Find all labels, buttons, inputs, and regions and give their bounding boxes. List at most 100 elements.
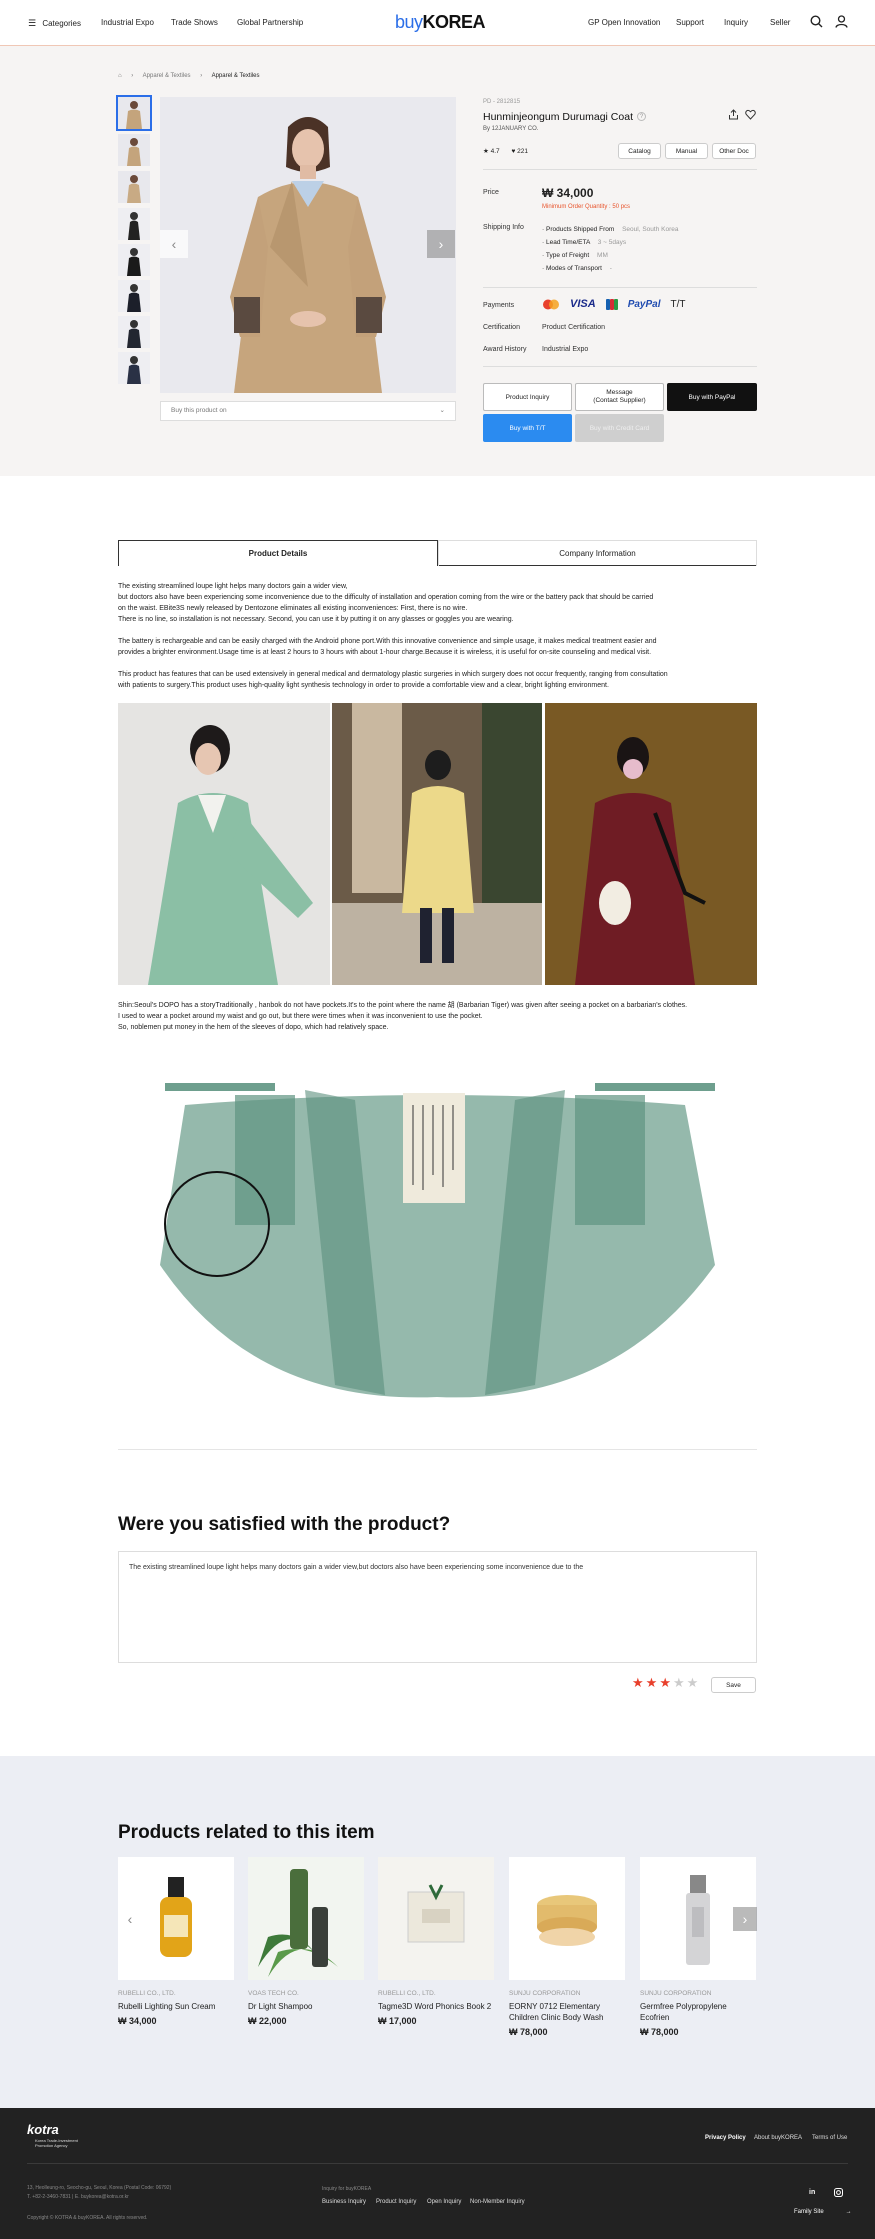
product-image <box>378 1857 494 1980</box>
rating-summary: ★ 4.7 ♥ 221 <box>483 148 529 155</box>
site-header: ☰ Categories Industrial Expo Trade Shows… <box>0 0 875 46</box>
thumbnail-4[interactable] <box>118 208 150 240</box>
buy-with-credit-card-button: Buy with Credit Card <box>575 414 664 442</box>
share-icon[interactable] <box>728 109 739 122</box>
nav-inquiry[interactable]: Inquiry <box>724 18 748 27</box>
family-site-select[interactable]: Family Site → <box>794 2209 852 2215</box>
categories-menu[interactable]: ☰ Categories <box>28 18 81 29</box>
buy-with-tt-button[interactable]: Buy with T/T <box>483 414 572 442</box>
moq-text: Minimum Order Quantity : 50 pcs <box>542 204 631 210</box>
nav-industrial-expo[interactable]: Industrial Expo <box>101 18 154 27</box>
payments-label: Payments <box>483 302 515 309</box>
thumbnail-8[interactable] <box>118 352 150 384</box>
product-card[interactable]: SUNJU CORPORATION Germfree Polypropylene… <box>640 1857 756 2037</box>
buy-channel-select[interactable]: Buy this product on ⌄ <box>160 401 456 421</box>
product-card[interactable]: SUNJU CORPORATION EORNY 0712 Elementary … <box>509 1857 625 2037</box>
detail-photo-green-coat <box>118 703 330 985</box>
nav-trade-shows[interactable]: Trade Shows <box>171 18 218 27</box>
garment-illustration <box>155 1075 720 1405</box>
product-card[interactable]: RUBELLI CO., LTD. Rubelli Lighting Sun C… <box>118 1857 234 2026</box>
description-paragraph: This product has features that can be us… <box>118 671 668 689</box>
breadcrumb: ⌂ › Apparel & Textiles › Apparel & Texti… <box>118 73 260 79</box>
chevron-left-icon: ‹ <box>127 1911 133 1927</box>
about-buykorea-link[interactable]: About buyKOREA <box>754 2135 802 2141</box>
detail-photo-red-coat <box>545 703 757 985</box>
payment-methods: VISA PayPal T/T <box>542 298 686 310</box>
seller-name[interactable]: By 12JANUARY CO. <box>483 126 538 132</box>
help-icon[interactable]: ? <box>637 112 646 121</box>
related-prev-button[interactable]: ‹ <box>118 1907 142 1931</box>
linkedin-icon[interactable]: in <box>809 2189 815 2196</box>
open-inquiry-link[interactable]: Open Inquiry <box>427 2199 461 2205</box>
jcb-icon <box>605 298 618 310</box>
detail-photo-yellow-coat <box>332 703 542 985</box>
star-rating[interactable]: ★ ★ ★ ★ ★ <box>632 1675 698 1691</box>
arrow-right-icon: → <box>845 2209 852 2215</box>
shipping-label: Shipping Info <box>483 224 524 231</box>
user-icon[interactable] <box>835 15 848 30</box>
paypal-logo: PayPal <box>627 298 661 310</box>
search-icon[interactable] <box>810 15 823 30</box>
non-member-inquiry-link[interactable]: Non-Member Inquiry <box>470 2199 525 2205</box>
nav-gp-open-innovation[interactable]: GP Open Innovation <box>588 18 660 27</box>
star-icon[interactable]: ★ <box>659 1675 671 1691</box>
review-textarea[interactable]: The existing streamlined loupe light hel… <box>118 1551 757 1663</box>
thumbnail-3[interactable] <box>118 171 150 203</box>
description-paragraph: The battery is rechargeable and can be e… <box>118 638 657 656</box>
footer-address: 13, Heolleung-ro, Seocho-gu, Seoul, Kore… <box>27 2185 172 2191</box>
buy-with-paypal-button[interactable]: Buy with PayPal <box>667 383 757 411</box>
kotra-logo[interactable]: kotra <box>27 2122 59 2137</box>
thumbnail-7[interactable] <box>118 316 150 348</box>
award-value: Industrial Expo <box>542 346 589 353</box>
star-icon[interactable]: ★ <box>673 1675 685 1691</box>
business-inquiry-link[interactable]: Business Inquiry <box>322 2199 366 2205</box>
instagram-icon[interactable] <box>834 2188 843 2199</box>
product-inquiry-link[interactable]: Product Inquiry <box>376 2199 416 2205</box>
star-icon[interactable]: ★ <box>646 1675 658 1691</box>
chevron-down-icon: ⌄ <box>439 407 445 414</box>
buykorea-logo[interactable]: buyKOREA <box>395 12 486 33</box>
other-doc-button[interactable]: Other Doc <box>712 143 756 159</box>
privacy-policy-link[interactable]: Privacy Policy <box>705 2135 746 2141</box>
next-image-button[interactable]: › <box>427 230 455 258</box>
product-inquiry-button[interactable]: Product Inquiry <box>483 383 572 411</box>
message-supplier-button[interactable]: Message (Contact Supplier) <box>575 383 664 411</box>
prev-image-button[interactable]: ‹ <box>160 230 188 258</box>
shipping-row: · Lead Time/ETA 3 ~ 5days <box>542 239 627 246</box>
star-icon[interactable]: ★ <box>632 1675 644 1691</box>
home-icon[interactable]: ⌂ <box>118 73 122 79</box>
thumbnail-2[interactable] <box>118 134 150 166</box>
nav-global-partnership[interactable]: Global Partnership <box>237 18 303 27</box>
related-title: Products related to this item <box>118 1822 375 1843</box>
catalog-button[interactable]: Catalog <box>618 143 661 159</box>
thumbnail-1[interactable] <box>116 95 152 131</box>
star-icon[interactable]: ★ <box>687 1675 699 1691</box>
tab-product-details[interactable]: Product Details <box>118 540 438 566</box>
thumbnail-5[interactable] <box>118 244 150 276</box>
nav-support[interactable]: Support <box>676 18 704 27</box>
kotra-logo-subtitle: Korea Trade-Investment Promotion Agency <box>35 2138 78 2148</box>
save-review-button[interactable]: Save <box>711 1677 756 1693</box>
description-paragraph: Shin:Seoul's DOPO has a storyTraditional… <box>118 1002 688 1031</box>
footer-copyright: Copyright © KOTRA & buyKOREA. All rights… <box>27 2215 148 2221</box>
heart-icon[interactable] <box>745 109 756 122</box>
manual-button[interactable]: Manual <box>665 143 708 159</box>
review-title: Were you satisfied with the product? <box>118 1514 451 1535</box>
tt-label: T/T <box>670 298 686 310</box>
product-image <box>248 1857 364 1980</box>
product-name: Hunminjeongum Durumagi Coat <box>483 111 633 123</box>
tab-company-information[interactable]: Company Information <box>438 540 757 566</box>
description-paragraph: The existing streamlined loupe light hel… <box>118 583 654 623</box>
product-card[interactable]: RUBELLI CO., LTD. Tagme3D Word Phonics B… <box>378 1857 494 2026</box>
footer-contact: T. +82-2-3460-7831 | E. buykorea@kotra.o… <box>27 2194 129 2200</box>
breadcrumb-item[interactable]: Apparel & Textiles <box>143 73 191 79</box>
product-card[interactable]: VOAS TECH CO. Dr Light Shampoo ₩ 22,000 <box>248 1857 364 2026</box>
terms-of-use-link[interactable]: Terms of Use <box>812 2135 847 2141</box>
thumbnail-6[interactable] <box>118 280 150 312</box>
shipping-row: · Type of Freight MM <box>542 252 608 259</box>
nav-seller[interactable]: Seller <box>770 18 790 27</box>
breadcrumb-current[interactable]: Apparel & Textiles <box>212 73 260 79</box>
visa-logo: VISA <box>570 298 596 310</box>
related-next-button[interactable]: › <box>733 1907 757 1931</box>
award-label: Award History <box>483 346 527 353</box>
